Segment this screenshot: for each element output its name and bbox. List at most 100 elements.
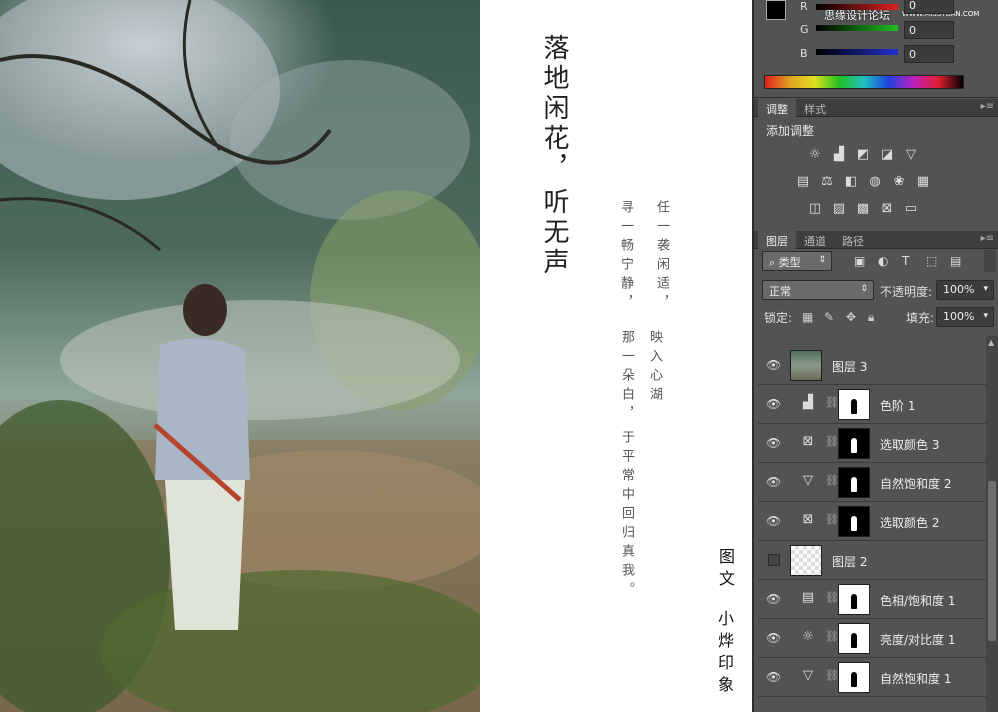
blend-mode-value: 正常 (769, 285, 791, 298)
link-icon[interactable]: ⛓︎ (825, 435, 839, 448)
fill-field[interactable]: 100% ▾ (936, 307, 994, 327)
smart-object-filter-icon[interactable]: ▤ (950, 254, 961, 268)
blue-channel-slider[interactable] (816, 49, 898, 55)
blend-mode-dropdown[interactable]: 正常 ⇕ (762, 280, 874, 300)
green-channel-value[interactable]: 0 (904, 21, 954, 39)
scrollbar-thumb[interactable] (988, 481, 996, 641)
levels-icon[interactable]: ▟ (830, 146, 848, 162)
layer-list: 👁︎ 图层 3 👁︎ ▟ ⛓︎ 色阶 1 👁︎ ⊠ ⛓︎ 选取颜色 3 👁︎ ▽… (758, 336, 986, 712)
tab-styles[interactable]: 样式 (796, 99, 834, 117)
hue-saturation-icon: ▤ (801, 590, 815, 605)
lock-transparency-icon[interactable]: ▦ (802, 310, 813, 324)
channel-mixer-icon[interactable]: ❀ (890, 173, 908, 189)
poem-line: 那一朵白， (619, 330, 634, 425)
document-canvas[interactable]: 落地闲花， 听无声 任一袭闲适， 寻一畅宁静， 映入心湖 那一朵白， 于平常中回… (0, 0, 752, 712)
color-balance-icon[interactable]: ⚖ (818, 173, 836, 189)
panel-menu-icon[interactable]: ▸≡ (981, 233, 994, 244)
layer-mask[interactable] (838, 389, 870, 420)
hue-saturation-icon[interactable]: ▤ (794, 173, 812, 189)
panel-menu-icon[interactable]: ▸≡ (981, 101, 994, 112)
layer-row[interactable]: 👁︎ ⊠ ⛓︎ 选取颜色 2 (758, 502, 986, 541)
layer-filter-dropdown[interactable]: ⌕ 类型 ⇕ (762, 251, 832, 271)
opacity-field[interactable]: 100% ▾ (936, 280, 994, 300)
eye-icon[interactable]: 👁︎ (766, 358, 782, 372)
gradient-map-icon[interactable]: ▭ (902, 200, 920, 216)
blue-channel-value[interactable]: 0 (904, 45, 954, 63)
scroll-up-icon[interactable]: ▲ (988, 338, 994, 347)
layer-row[interactable]: 👁︎ ▤ ⛓︎ 色相/饱和度 1 (758, 580, 986, 619)
layer-row[interactable]: 👁︎ ☼ ⛓︎ 亮度/对比度 1 (758, 619, 986, 658)
layer-name: 自然饱和度 1 (880, 672, 952, 686)
link-icon[interactable]: ⛓︎ (825, 513, 839, 526)
layer-name: 选取颜色 3 (880, 438, 940, 452)
selective-color-icon[interactable]: ⊠ (878, 200, 896, 216)
layer-row[interactable]: 👁︎ ▽ ⛓︎ 自然饱和度 1 (758, 658, 986, 697)
layer-mask[interactable] (838, 623, 870, 654)
link-icon[interactable]: ⛓︎ (825, 591, 839, 604)
chevron-down-icon: ▾ (983, 311, 988, 321)
layer-mask[interactable] (838, 584, 870, 615)
tab-channels[interactable]: 通道 (796, 231, 834, 249)
posterize-icon[interactable]: ▨ (830, 200, 848, 216)
link-icon[interactable]: ⛓︎ (825, 669, 839, 682)
color-lookup-icon[interactable]: ▦ (914, 173, 932, 189)
lock-position-icon[interactable]: ✥ (846, 310, 856, 324)
photo-filter-icon[interactable]: ◍ (866, 173, 884, 189)
eye-icon[interactable]: 👁︎ (766, 592, 782, 606)
pixel-filter-icon[interactable]: ▣ (854, 254, 865, 268)
chevron-updown-icon: ⇕ (818, 255, 826, 265)
layer-mask[interactable] (838, 428, 870, 459)
color-spectrum-bar[interactable] (764, 75, 964, 89)
tab-layers[interactable]: 图层 (758, 231, 796, 249)
tab-adjustments[interactable]: 调整 (758, 99, 796, 117)
layer-row[interactable]: 👁︎ ▽ ⛓︎ 自然饱和度 2 (758, 463, 986, 502)
eye-icon[interactable]: 👁︎ (766, 397, 782, 411)
exposure-icon[interactable]: ◪ (878, 146, 896, 162)
invert-icon[interactable]: ◫ (806, 200, 824, 216)
black-white-icon[interactable]: ◧ (842, 173, 860, 189)
eye-icon[interactable]: 👁︎ (766, 631, 782, 645)
photo-illustration (0, 0, 480, 712)
poem-line: 寻一畅宁静， (618, 200, 633, 314)
vibrance-icon[interactable]: ▽ (902, 146, 920, 162)
foreground-color-swatch[interactable] (766, 0, 786, 20)
lock-brush-icon[interactable]: ✎ (824, 310, 834, 324)
curves-icon[interactable]: ◩ (854, 146, 872, 162)
layer-row[interactable]: 👁︎ 图层 3 (758, 346, 986, 385)
link-icon[interactable]: ⛓︎ (825, 474, 839, 487)
layer-row[interactable]: 👁︎ ▟ ⛓︎ 色阶 1 (758, 385, 986, 424)
layer-mask[interactable] (838, 467, 870, 498)
layer-mask[interactable] (838, 506, 870, 537)
shape-filter-icon[interactable]: ⬚ (926, 254, 937, 268)
threshold-icon[interactable]: ▩ (854, 200, 872, 216)
opacity-label: 不透明度: (880, 285, 933, 299)
adjustments-tabbar: 调整 样式 ▸≡ (754, 99, 998, 117)
eye-icon[interactable]: 👁︎ (766, 436, 782, 450)
green-channel-label: G (800, 23, 809, 36)
eye-icon[interactable]: 👁︎ (766, 475, 782, 489)
photo-image (0, 0, 480, 712)
link-icon[interactable]: ⛓︎ (825, 630, 839, 643)
red-channel-value[interactable]: 0 (904, 0, 954, 14)
eye-icon[interactable]: 👁︎ (766, 514, 782, 528)
type-filter-icon[interactable]: T (902, 254, 909, 268)
green-channel-slider[interactable] (816, 25, 898, 31)
eye-icon[interactable]: 👁︎ (766, 670, 782, 684)
adjustment-filter-icon[interactable]: ◐ (878, 254, 888, 268)
filter-toggle[interactable] (984, 250, 996, 272)
tab-paths[interactable]: 路径 (834, 231, 872, 249)
visibility-toggle[interactable] (768, 554, 780, 566)
chevron-down-icon: ▾ (983, 284, 988, 294)
layer-name: 色相/饱和度 1 (880, 594, 956, 608)
layer-row[interactable]: 👁︎ ⊠ ⛓︎ 选取颜色 3 (758, 424, 986, 463)
signature-line2: 小烨印象 (715, 610, 734, 698)
layer-mask[interactable] (838, 662, 870, 693)
red-channel-slider[interactable] (816, 4, 898, 10)
layer-thumbnail (790, 350, 822, 381)
lock-all-icon[interactable]: 🔒︎ (868, 310, 874, 325)
layer-row[interactable]: 图层 2 (758, 541, 986, 580)
link-icon[interactable]: ⛓︎ (825, 396, 839, 409)
layers-scrollbar[interactable]: ▲ (986, 336, 998, 712)
brightness-icon[interactable]: ☼ (806, 146, 824, 162)
layer-thumbnail (790, 545, 822, 576)
